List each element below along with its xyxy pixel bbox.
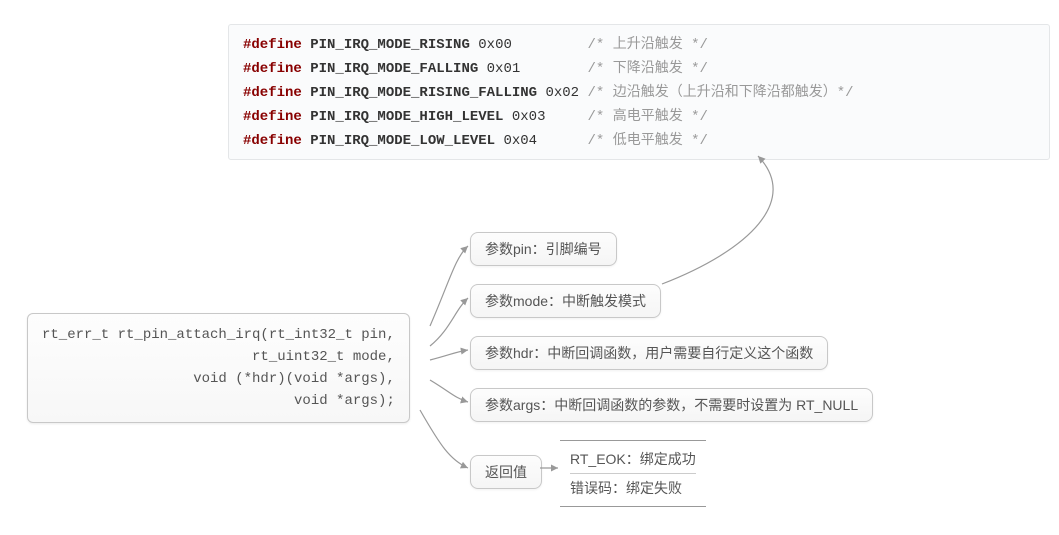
func-line: void (*hdr)(void *args),	[193, 371, 395, 387]
code-line: #define PIN_IRQ_MODE_LOW_LEVEL 0x04 /* 低…	[243, 133, 708, 149]
code-block: #define PIN_IRQ_MODE_RISING 0x00 /* 上升沿触…	[228, 24, 1050, 160]
code-line: #define PIN_IRQ_MODE_RISING 0x00 /* 上升沿触…	[243, 37, 708, 53]
func-line: rt_err_t rt_pin_attach_irq(rt_int32_t pi…	[42, 327, 395, 343]
param-hdr-bubble: 参数hdr：中断回调函数，用户需要自行定义这个函数	[470, 336, 828, 370]
return-label: 返回值	[470, 455, 542, 489]
param-pin-bubble: 参数pin：引脚编号	[470, 232, 617, 266]
code-line: #define PIN_IRQ_MODE_RISING_FALLING 0x02…	[243, 85, 854, 101]
func-line: void *args);	[294, 393, 395, 409]
param-mode-bubble: 参数mode：中断触发模式	[470, 284, 661, 318]
return-err: 错误码：绑定失败	[570, 474, 696, 502]
param-args-bubble: 参数args：中断回调函数的参数，不需要时设置为 RT_NULL	[470, 388, 873, 422]
code-line: #define PIN_IRQ_MODE_FALLING 0x01 /* 下降沿…	[243, 61, 708, 77]
return-ok: RT_EOK：绑定成功	[570, 445, 696, 474]
function-signature: rt_err_t rt_pin_attach_irq(rt_int32_t pi…	[27, 313, 410, 423]
return-values: RT_EOK：绑定成功 错误码：绑定失败	[560, 440, 706, 507]
code-line: #define PIN_IRQ_MODE_HIGH_LEVEL 0x03 /* …	[243, 109, 708, 125]
func-line: rt_uint32_t mode,	[252, 349, 395, 365]
